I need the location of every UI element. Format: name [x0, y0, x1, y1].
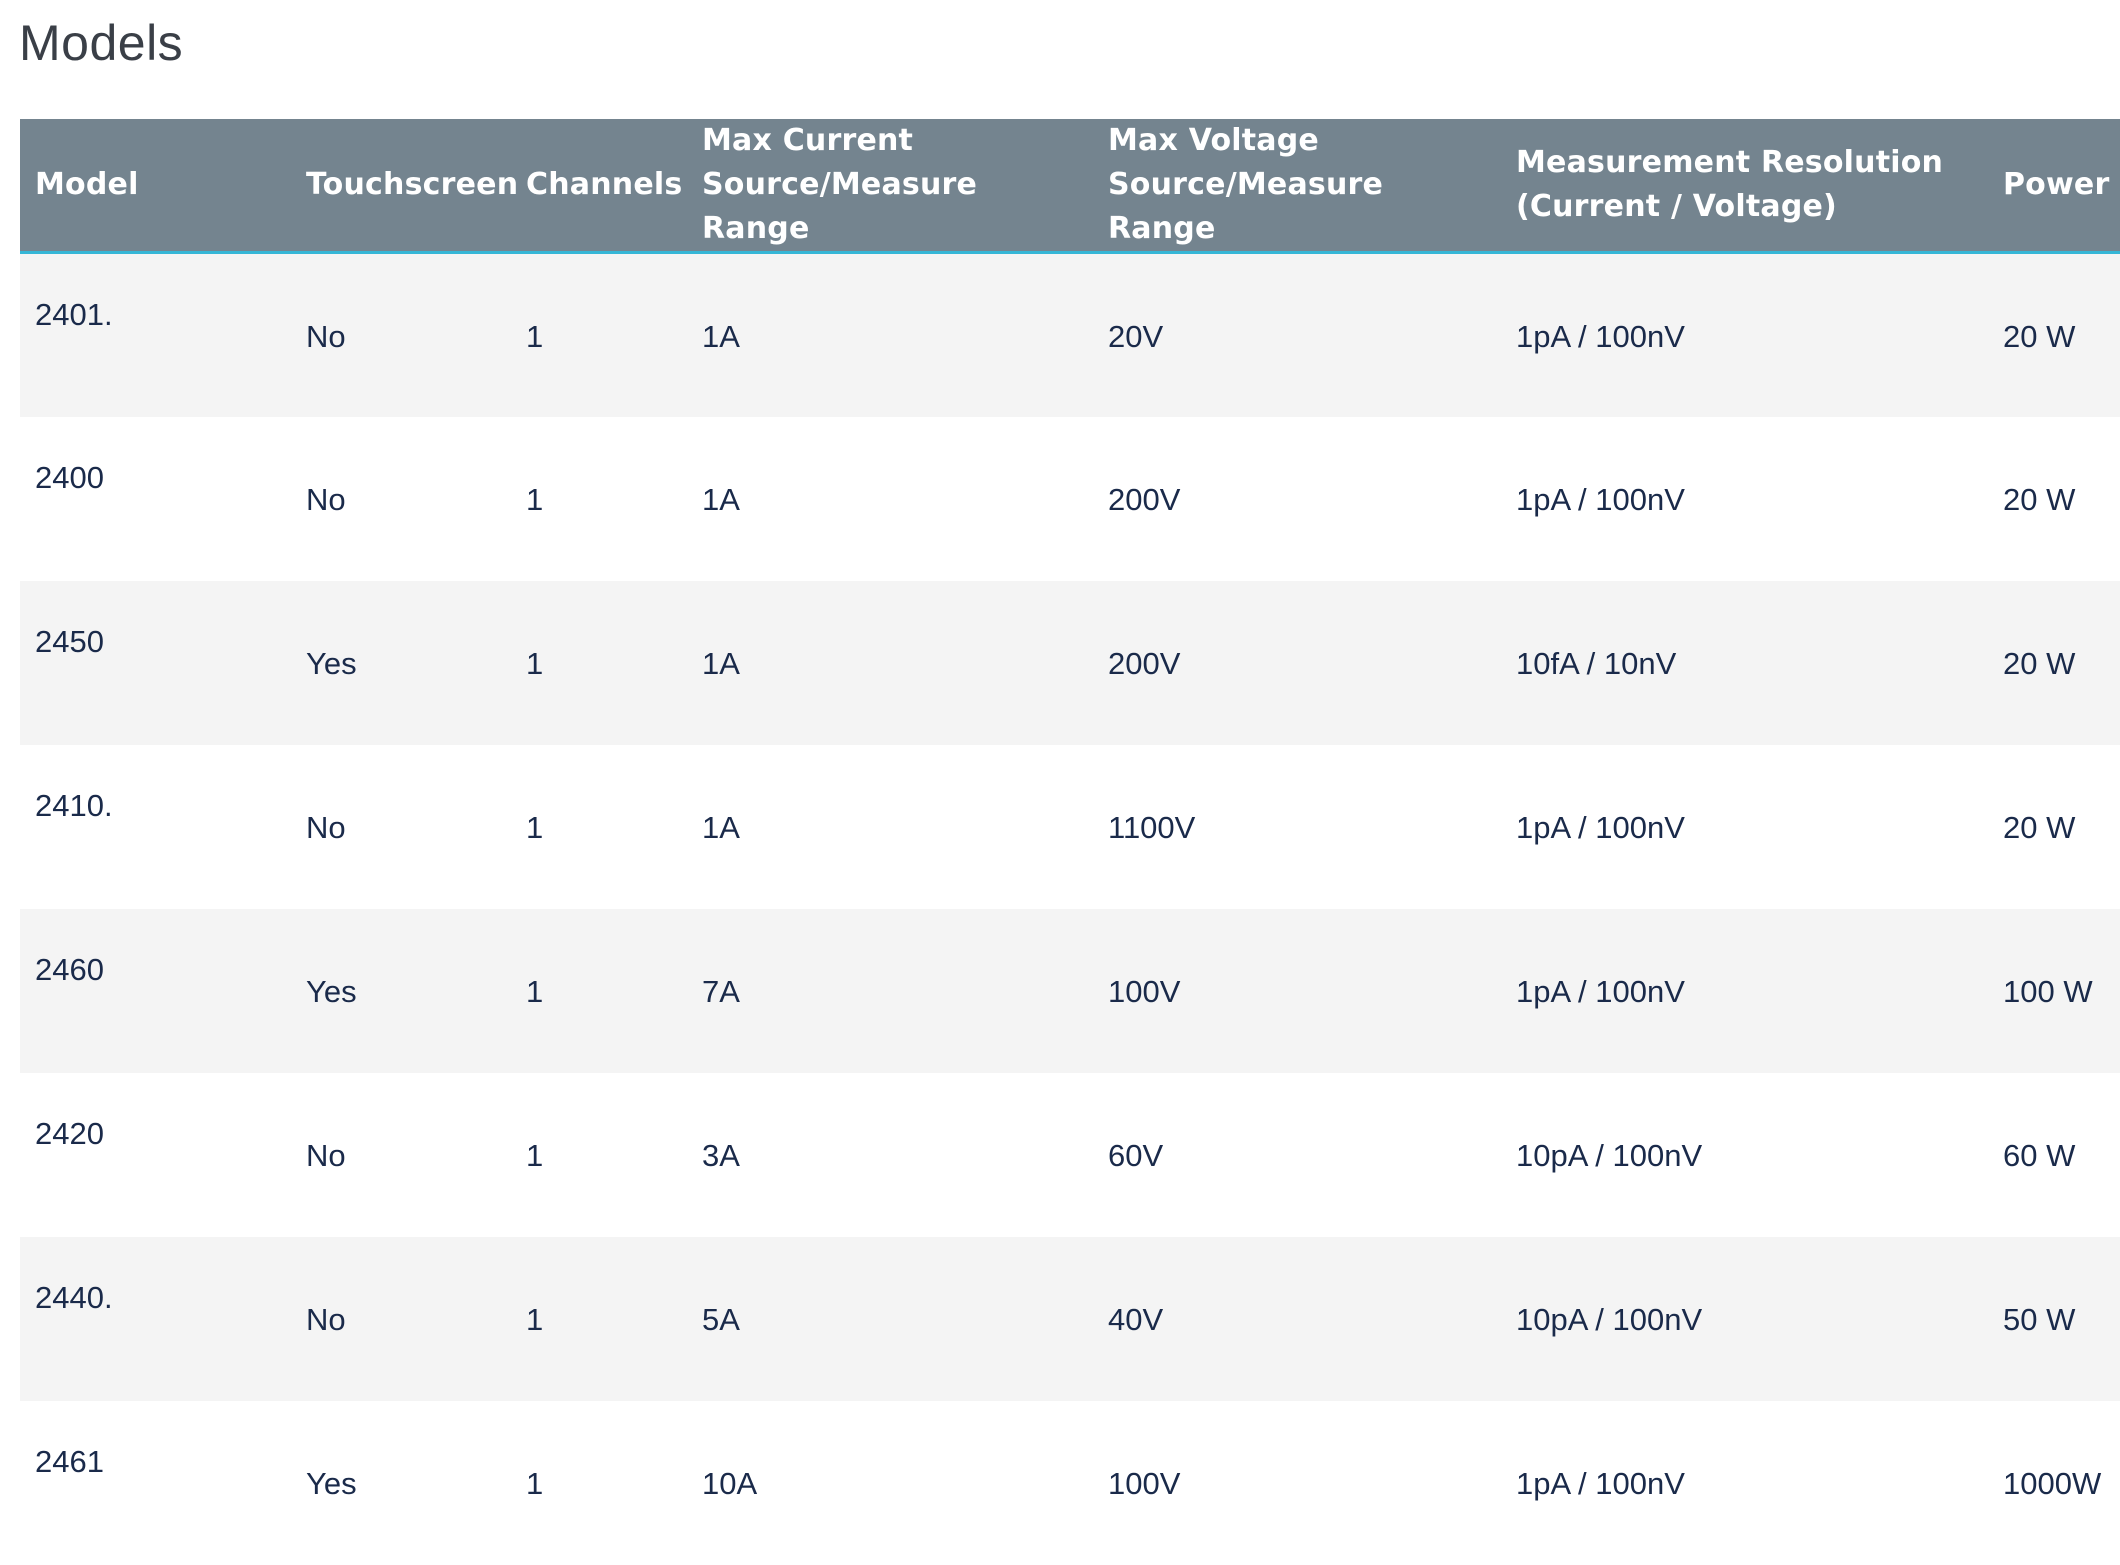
page-title: Models	[19, 15, 184, 71]
touchscreen-cell: Yes	[306, 1465, 357, 1501]
channels-cell: 1	[526, 973, 544, 1009]
max-voltage-cell: 20V	[1108, 319, 1164, 354]
channels-cell: 1	[526, 481, 544, 517]
resolution-cell: 1pA / 100nV	[1516, 973, 1685, 1009]
table-row: 2461 Yes 1 10A 100V 1pA / 100nV 1000W	[20, 1400, 2120, 1565]
column-header-label: Power	[2003, 167, 2110, 202]
touchscreen-cell: No	[306, 1301, 346, 1337]
column-header-model: Model	[20, 119, 291, 254]
table-row: 2410. No 1 1A 1100V 1pA / 100nV 20 W	[20, 744, 2120, 909]
power-cell: 20 W	[2003, 645, 2076, 681]
table-row: 2401. No 1 1A 20V 1pA / 100nV 20 W	[20, 252, 2120, 417]
table-row: 2440. No 1 5A 40V 10pA / 100nV 50 W	[20, 1236, 2120, 1401]
power-cell: 100 W	[2003, 973, 2093, 1009]
table-row: 2450 Yes 1 1A 200V 10fA / 10nV 20 W	[20, 580, 2120, 745]
max-current-cell: 10A	[702, 1465, 758, 1501]
channels-cell: 1	[526, 809, 544, 845]
model-cell: 2461	[35, 1443, 104, 1479]
model-cell: 2400	[35, 459, 104, 495]
model-cell: 2440.	[35, 1279, 113, 1315]
power-cell: 1000W	[2003, 1465, 2102, 1501]
model-cell: 2401.	[35, 297, 113, 332]
channels-cell: 1	[526, 645, 544, 681]
resolution-cell: 1pA / 100nV	[1516, 481, 1685, 517]
channels-cell: 1	[526, 319, 544, 354]
resolution-cell: 1pA / 100nV	[1516, 1465, 1685, 1501]
max-current-cell: 3A	[702, 1137, 740, 1173]
power-cell: 20 W	[2003, 809, 2076, 845]
max-voltage-cell: 60V	[1108, 1137, 1164, 1173]
max-voltage-cell: 1100V	[1108, 809, 1196, 845]
column-header-max-current: Max Current Source/Measure Range	[687, 119, 1093, 254]
max-current-cell: 7A	[702, 973, 740, 1009]
max-voltage-cell: 40V	[1108, 1301, 1164, 1337]
max-current-cell: 1A	[702, 481, 740, 517]
column-header-touchscreen: Touchscreen	[291, 119, 518, 254]
table-row: 2420 No 1 3A 60V 10pA / 100nV 60 W	[20, 1072, 2120, 1237]
touchscreen-cell: Yes	[306, 973, 357, 1009]
max-current-cell: 5A	[702, 1301, 740, 1337]
max-voltage-cell: 200V	[1108, 481, 1181, 517]
touchscreen-cell: No	[306, 481, 346, 517]
channels-cell: 1	[526, 1137, 544, 1173]
max-voltage-cell: 100V	[1108, 973, 1181, 1009]
model-cell: 2410.	[35, 787, 113, 823]
column-header-label: Model	[35, 167, 139, 202]
power-cell: 20 W	[2003, 481, 2076, 517]
max-current-cell: 1A	[702, 809, 740, 845]
column-header-channels: Channels	[511, 119, 687, 254]
table-row: 2460 Yes 1 7A 100V 1pA / 100nV 100 W	[20, 908, 2120, 1073]
table-header-row: Model Touchscreen Channels Max Current So…	[20, 119, 2120, 254]
resolution-cell: 10fA / 10nV	[1516, 645, 1677, 681]
column-header-label: Max Current	[702, 123, 914, 158]
column-header-label: Channels	[526, 167, 683, 202]
model-cell: 2460	[35, 951, 104, 987]
column-header-label: Touchscreen	[306, 167, 519, 202]
model-cell: 2420	[35, 1115, 104, 1151]
column-header-label: Measurement Resolution	[1516, 145, 1944, 180]
resolution-cell: 10pA / 100nV	[1516, 1301, 1703, 1337]
channels-cell: 1	[526, 1301, 544, 1337]
power-cell: 20 W	[2003, 319, 2076, 354]
max-voltage-cell: 100V	[1108, 1465, 1181, 1501]
power-cell: 50 W	[2003, 1301, 2076, 1337]
column-header-label: Max Voltage	[1108, 123, 1319, 158]
max-current-cell: 1A	[702, 319, 740, 354]
power-cell: 60 W	[2003, 1137, 2076, 1173]
model-cell: 2450	[35, 623, 104, 659]
table-header: Model Touchscreen Channels Max Current So…	[20, 119, 2120, 254]
resolution-cell: 1pA / 100nV	[1516, 319, 1685, 354]
column-header-label: (Current / Voltage)	[1516, 189, 1837, 224]
table-row: 2400 No 1 1A 200V 1pA / 100nV 20 W	[20, 416, 2120, 581]
resolution-cell: 10pA / 100nV	[1516, 1137, 1703, 1173]
max-voltage-cell: 200V	[1108, 645, 1181, 681]
column-header-label: Source/Measure Range	[1108, 167, 1384, 246]
column-header-max-voltage: Max Voltage Source/Measure Range	[1093, 119, 1501, 254]
touchscreen-cell: No	[306, 809, 346, 845]
table-body: 2401. No 1 1A 20V 1pA / 100nV 20 W 2400 …	[20, 252, 2120, 1565]
touchscreen-cell: Yes	[306, 645, 357, 681]
resolution-cell: 1pA / 100nV	[1516, 809, 1685, 845]
column-header-resolution: Measurement Resolution (Current / Voltage…	[1501, 119, 1988, 254]
touchscreen-cell: No	[306, 1137, 346, 1173]
column-header-power: Power	[1988, 119, 2120, 254]
column-header-label: Source/Measure Range	[702, 167, 978, 246]
touchscreen-cell: No	[306, 319, 346, 354]
max-current-cell: 1A	[702, 645, 740, 681]
channels-cell: 1	[526, 1465, 544, 1501]
models-table: Model Touchscreen Channels Max Current So…	[20, 119, 2120, 1565]
